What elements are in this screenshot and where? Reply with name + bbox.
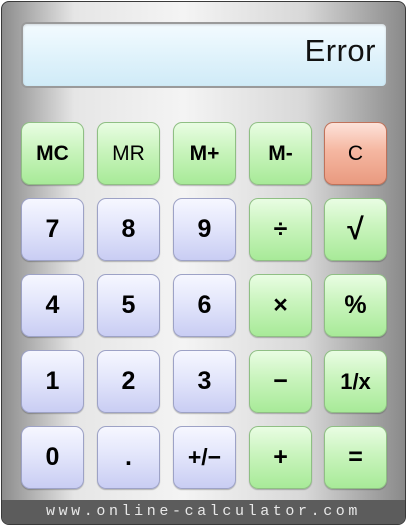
digit-9-label: 9 <box>197 215 212 243</box>
percent-label: % <box>344 291 367 319</box>
reciprocal-label: 1/x <box>340 368 371 394</box>
digit-7-button[interactable]: 7 <box>21 198 84 261</box>
digit-2-button[interactable]: 2 <box>97 350 160 413</box>
digit-1-button[interactable]: 1 <box>21 350 84 413</box>
digit-7-label: 7 <box>45 215 60 243</box>
memory-subtract-label: M- <box>268 142 293 165</box>
equals-button[interactable]: = <box>324 426 387 489</box>
memory-add-label: M+ <box>189 142 220 165</box>
add-button[interactable]: + <box>249 426 312 489</box>
digit-5-button[interactable]: 5 <box>97 274 160 337</box>
calculator-display: Error <box>21 22 388 88</box>
clear-button[interactable]: C <box>324 122 387 185</box>
display-value: Error <box>304 33 376 68</box>
memory-add-button[interactable]: M+ <box>173 122 236 185</box>
decimal-point-button[interactable]: . <box>97 426 160 489</box>
percent-button[interactable]: % <box>324 274 387 337</box>
negate-button[interactable]: +/− <box>173 426 236 489</box>
add-label: + <box>273 443 288 471</box>
digit-4-button[interactable]: 4 <box>21 274 84 337</box>
clear-label: C <box>347 142 364 165</box>
memory-subtract-button[interactable]: M- <box>249 122 312 185</box>
footer-url: www.online-calculator.com <box>2 500 405 524</box>
reciprocal-button[interactable]: 1/x <box>324 350 387 413</box>
digit-3-label: 3 <box>197 367 212 395</box>
digit-8-button[interactable]: 8 <box>97 198 160 261</box>
digit-0-label: 0 <box>45 443 60 471</box>
digit-1-label: 1 <box>45 367 60 395</box>
multiply-button[interactable]: × <box>249 274 312 337</box>
equals-label: = <box>348 443 363 471</box>
digit-2-label: 2 <box>121 367 136 395</box>
digit-4-label: 4 <box>45 291 60 319</box>
square-root-button[interactable]: √ <box>324 198 387 261</box>
digit-6-label: 6 <box>197 291 212 319</box>
subtract-label: − <box>273 367 288 395</box>
digit-3-button[interactable]: 3 <box>173 350 236 413</box>
subtract-button[interactable]: − <box>249 350 312 413</box>
digit-9-button[interactable]: 9 <box>173 198 236 261</box>
digit-0-button[interactable]: 0 <box>21 426 84 489</box>
calculator-window: Error MC MR M+ M- C 7 8 9 ÷ √ 4 5 6 × % … <box>1 1 406 525</box>
multiply-label: × <box>273 291 288 319</box>
divide-label: ÷ <box>273 215 288 243</box>
memory-recall-button[interactable]: MR <box>97 122 160 185</box>
square-root-label: √ <box>347 212 364 246</box>
memory-recall-label: MR <box>112 142 145 165</box>
divide-button[interactable]: ÷ <box>249 198 312 261</box>
negate-label: +/− <box>187 444 222 470</box>
digit-8-label: 8 <box>121 215 136 243</box>
digit-6-button[interactable]: 6 <box>173 274 236 337</box>
digit-5-label: 5 <box>121 291 136 319</box>
memory-clear-label: MC <box>36 142 69 165</box>
decimal-point-label: . <box>125 443 132 471</box>
memory-clear-button[interactable]: MC <box>21 122 84 185</box>
